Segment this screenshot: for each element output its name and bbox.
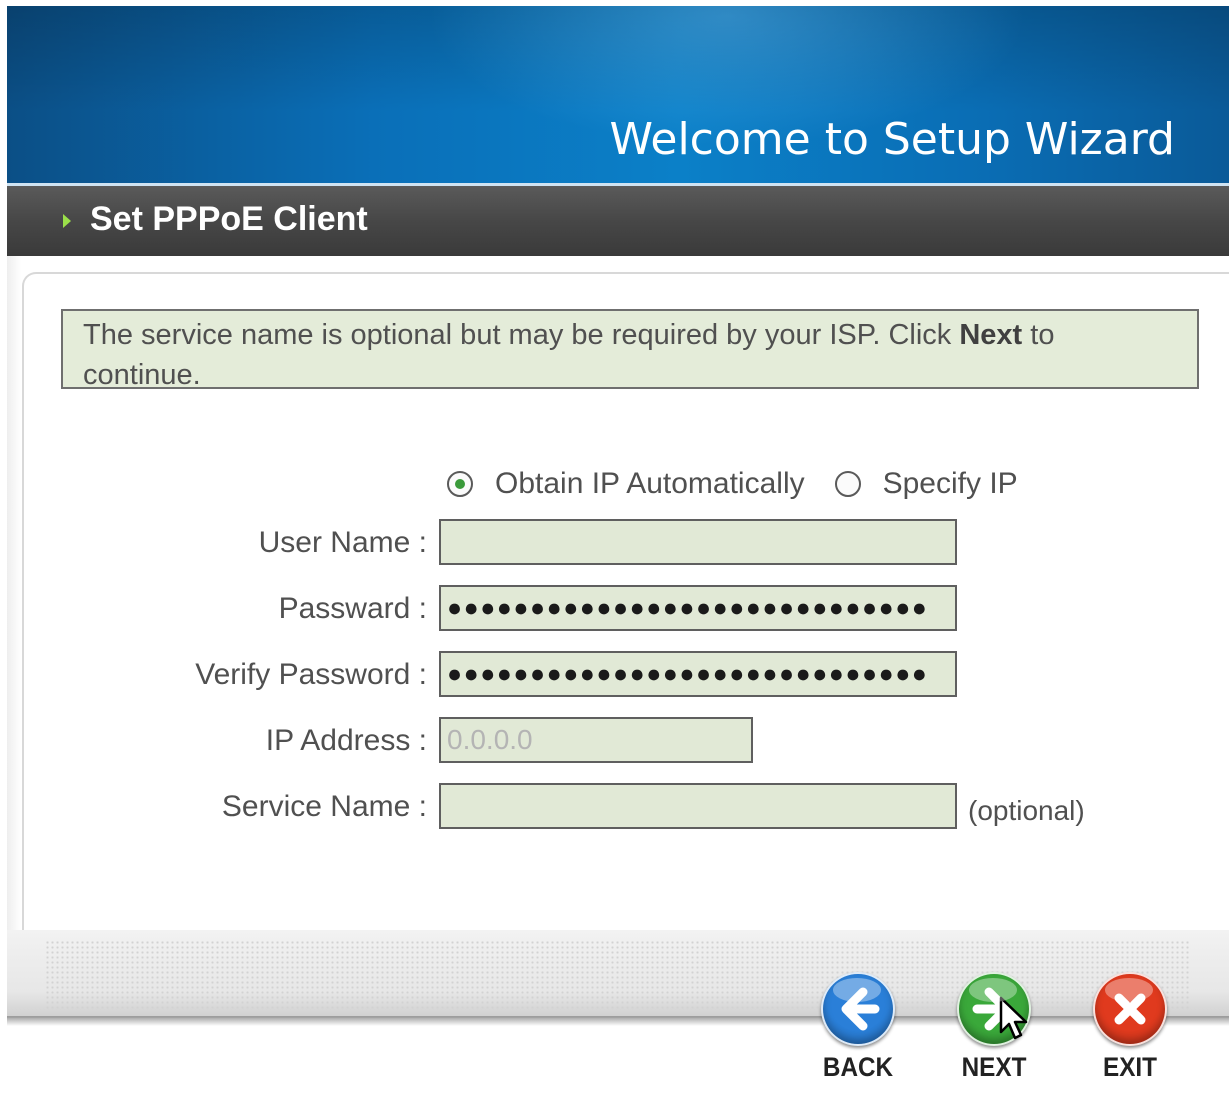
back-button[interactable]: BACK (818, 972, 898, 1083)
section-title: Set PPPoE Client (90, 200, 368, 238)
exit-label[interactable]: EXIT (1103, 1052, 1157, 1083)
password-value: ●●●●●●●●●●●●●●●●●●●●●●●●●●●●● (447, 594, 929, 622)
mouse-cursor-icon (999, 996, 1028, 1040)
service-name-input[interactable] (439, 783, 957, 829)
footer-shadow (7, 1016, 1229, 1026)
radio-obtain-ip[interactable] (447, 471, 473, 497)
next-label[interactable]: NEXT (962, 1052, 1027, 1083)
user-name-label: User Name : (258, 526, 427, 559)
next-button[interactable]: NEXT (954, 972, 1034, 1083)
radio-specify-ip-label[interactable]: Specify IP (883, 467, 1018, 501)
arrow-left-icon[interactable] (821, 972, 895, 1046)
service-name-label: Service Name : (221, 790, 427, 823)
caret-right-icon (63, 214, 71, 228)
verify-password-label: Verify Password : (195, 658, 427, 691)
info-notice: The service name is optional but may be … (61, 309, 1199, 391)
radio-selected-dot (455, 479, 465, 489)
password-label: Passward : (278, 592, 427, 625)
verify-password-input[interactable]: ●●●●●●●●●●●●●●●●●●●●●●●●●●●●● (439, 651, 957, 697)
radio-obtain-ip-label[interactable]: Obtain IP Automatically (495, 467, 805, 501)
ip-address-label: IP Address : (265, 724, 427, 757)
ip-address-input[interactable]: 0.0.0.0 (439, 717, 753, 763)
optional-hint: (optional) (968, 795, 1085, 826)
ip-mode-group: Obtain IP Automatically Specify IP (447, 462, 1048, 506)
panel-edge (7, 256, 21, 932)
exit-button[interactable]: EXIT (1090, 972, 1170, 1083)
user-name-input[interactable] (439, 519, 957, 565)
wizard-header: Welcome to Setup Wizard (7, 6, 1229, 183)
close-icon[interactable] (1093, 972, 1167, 1046)
back-label[interactable]: BACK (823, 1052, 893, 1083)
password-input[interactable]: ●●●●●●●●●●●●●●●●●●●●●●●●●●●●● (439, 585, 957, 631)
radio-specify-ip[interactable] (834, 471, 861, 497)
notice-bold: Next (959, 319, 1023, 351)
section-bar: Set PPPoE Client (7, 186, 1229, 256)
arrow-right-icon[interactable] (957, 972, 1031, 1046)
verify-password-value: ●●●●●●●●●●●●●●●●●●●●●●●●●●●●● (447, 660, 929, 688)
notice-text: The service name is optional but may be … (83, 319, 960, 351)
page-title: Welcome to Setup Wizard (609, 114, 1175, 165)
ip-address-value: 0.0.0.0 (447, 724, 533, 755)
